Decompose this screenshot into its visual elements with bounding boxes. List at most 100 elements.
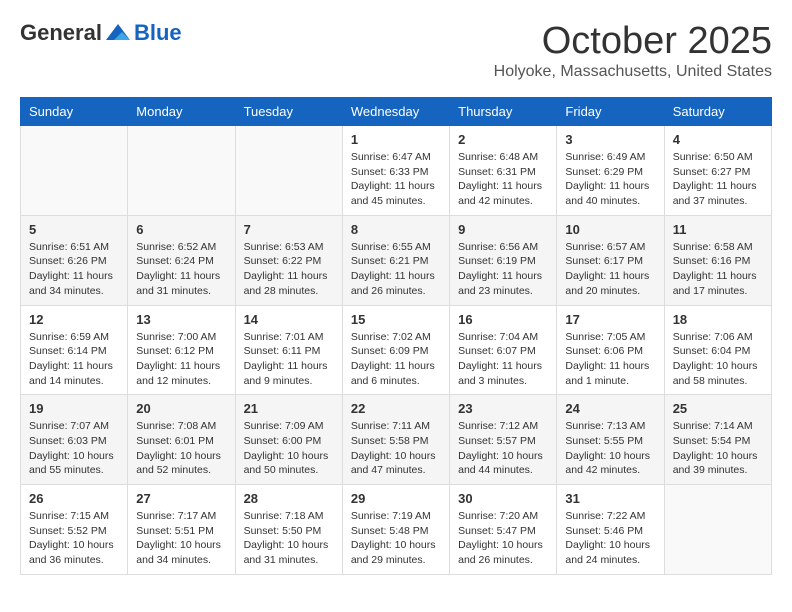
calendar-cell: 9 Sunrise: 6:56 AM Sunset: 6:19 PM Daylig…	[450, 215, 557, 305]
day-number: 10	[565, 222, 655, 237]
calendar-week-row: 5 Sunrise: 6:51 AM Sunset: 6:26 PM Daylig…	[21, 215, 772, 305]
day-number: 24	[565, 401, 655, 416]
day-info: Sunrise: 6:48 AM Sunset: 6:31 PM Dayligh…	[458, 150, 548, 209]
day-number: 26	[29, 491, 119, 506]
calendar-cell	[21, 126, 128, 216]
column-header-friday: Friday	[557, 98, 664, 126]
day-number: 19	[29, 401, 119, 416]
logo-blue-text: Blue	[134, 20, 182, 46]
day-number: 22	[351, 401, 441, 416]
day-number: 27	[136, 491, 226, 506]
day-info: Sunrise: 7:22 AM Sunset: 5:46 PM Dayligh…	[565, 509, 655, 568]
day-info: Sunrise: 7:09 AM Sunset: 6:00 PM Dayligh…	[244, 419, 334, 478]
day-info: Sunrise: 6:47 AM Sunset: 6:33 PM Dayligh…	[351, 150, 441, 209]
calendar-cell: 23 Sunrise: 7:12 AM Sunset: 5:57 PM Dayli…	[450, 395, 557, 485]
day-info: Sunrise: 6:49 AM Sunset: 6:29 PM Dayligh…	[565, 150, 655, 209]
day-info: Sunrise: 7:04 AM Sunset: 6:07 PM Dayligh…	[458, 330, 548, 389]
day-info: Sunrise: 7:07 AM Sunset: 6:03 PM Dayligh…	[29, 419, 119, 478]
calendar-cell	[664, 485, 771, 575]
column-header-tuesday: Tuesday	[235, 98, 342, 126]
column-header-wednesday: Wednesday	[342, 98, 449, 126]
calendar-table: SundayMondayTuesdayWednesdayThursdayFrid…	[20, 97, 772, 575]
calendar-cell: 8 Sunrise: 6:55 AM Sunset: 6:21 PM Daylig…	[342, 215, 449, 305]
calendar-week-row: 12 Sunrise: 6:59 AM Sunset: 6:14 PM Dayli…	[21, 305, 772, 395]
calendar-cell: 25 Sunrise: 7:14 AM Sunset: 5:54 PM Dayli…	[664, 395, 771, 485]
day-info: Sunrise: 6:56 AM Sunset: 6:19 PM Dayligh…	[458, 240, 548, 299]
calendar-cell	[128, 126, 235, 216]
day-info: Sunrise: 7:14 AM Sunset: 5:54 PM Dayligh…	[673, 419, 763, 478]
day-number: 25	[673, 401, 763, 416]
day-number: 12	[29, 312, 119, 327]
day-number: 7	[244, 222, 334, 237]
day-number: 5	[29, 222, 119, 237]
day-number: 9	[458, 222, 548, 237]
day-info: Sunrise: 6:59 AM Sunset: 6:14 PM Dayligh…	[29, 330, 119, 389]
calendar-week-row: 1Sunrise: 6:47 AM Sunset: 6:33 PM Daylig…	[21, 126, 772, 216]
day-info: Sunrise: 7:12 AM Sunset: 5:57 PM Dayligh…	[458, 419, 548, 478]
title-block: October 2025 Holyoke, Massachusetts, Uni…	[494, 20, 772, 81]
calendar-cell: 17Sunrise: 7:05 AM Sunset: 6:06 PM Dayli…	[557, 305, 664, 395]
day-number: 17	[565, 312, 655, 327]
day-number: 21	[244, 401, 334, 416]
day-number: 15	[351, 312, 441, 327]
day-number: 3	[565, 132, 655, 147]
calendar-cell: 20 Sunrise: 7:08 AM Sunset: 6:01 PM Dayli…	[128, 395, 235, 485]
month-title: October 2025	[494, 20, 772, 63]
day-info: Sunrise: 7:08 AM Sunset: 6:01 PM Dayligh…	[136, 419, 226, 478]
calendar-cell: 29Sunrise: 7:19 AM Sunset: 5:48 PM Dayli…	[342, 485, 449, 575]
logo-icon	[104, 22, 132, 44]
page-header: General Blue October 2025 Holyoke, Massa…	[20, 20, 772, 81]
day-number: 16	[458, 312, 548, 327]
day-number: 23	[458, 401, 548, 416]
calendar-cell: 30Sunrise: 7:20 AM Sunset: 5:47 PM Dayli…	[450, 485, 557, 575]
calendar-cell: 19 Sunrise: 7:07 AM Sunset: 6:03 PM Dayli…	[21, 395, 128, 485]
logo: General Blue	[20, 20, 182, 46]
calendar-cell: 13Sunrise: 7:00 AM Sunset: 6:12 PM Dayli…	[128, 305, 235, 395]
calendar-cell: 5 Sunrise: 6:51 AM Sunset: 6:26 PM Daylig…	[21, 215, 128, 305]
logo-general-text: General	[20, 20, 102, 46]
column-header-thursday: Thursday	[450, 98, 557, 126]
calendar-cell: 16 Sunrise: 7:04 AM Sunset: 6:07 PM Dayli…	[450, 305, 557, 395]
calendar-cell: 12 Sunrise: 6:59 AM Sunset: 6:14 PM Dayli…	[21, 305, 128, 395]
day-number: 30	[458, 491, 548, 506]
calendar-cell: 1Sunrise: 6:47 AM Sunset: 6:33 PM Daylig…	[342, 126, 449, 216]
day-number: 13	[136, 312, 226, 327]
day-info: Sunrise: 7:02 AM Sunset: 6:09 PM Dayligh…	[351, 330, 441, 389]
day-info: Sunrise: 6:55 AM Sunset: 6:21 PM Dayligh…	[351, 240, 441, 299]
calendar-cell: 24Sunrise: 7:13 AM Sunset: 5:55 PM Dayli…	[557, 395, 664, 485]
calendar-week-row: 26 Sunrise: 7:15 AM Sunset: 5:52 PM Dayli…	[21, 485, 772, 575]
day-info: Sunrise: 6:50 AM Sunset: 6:27 PM Dayligh…	[673, 150, 763, 209]
calendar-cell: 28 Sunrise: 7:18 AM Sunset: 5:50 PM Dayli…	[235, 485, 342, 575]
location-subtitle: Holyoke, Massachusetts, United States	[494, 63, 772, 81]
day-info: Sunrise: 6:53 AM Sunset: 6:22 PM Dayligh…	[244, 240, 334, 299]
calendar-cell: 7 Sunrise: 6:53 AM Sunset: 6:22 PM Daylig…	[235, 215, 342, 305]
calendar-cell	[235, 126, 342, 216]
day-info: Sunrise: 7:11 AM Sunset: 5:58 PM Dayligh…	[351, 419, 441, 478]
calendar-cell: 27 Sunrise: 7:17 AM Sunset: 5:51 PM Dayli…	[128, 485, 235, 575]
calendar-cell: 11Sunrise: 6:58 AM Sunset: 6:16 PM Dayli…	[664, 215, 771, 305]
day-number: 28	[244, 491, 334, 506]
calendar-cell: 10 Sunrise: 6:57 AM Sunset: 6:17 PM Dayli…	[557, 215, 664, 305]
day-number: 6	[136, 222, 226, 237]
day-number: 8	[351, 222, 441, 237]
day-info: Sunrise: 7:18 AM Sunset: 5:50 PM Dayligh…	[244, 509, 334, 568]
day-info: Sunrise: 6:58 AM Sunset: 6:16 PM Dayligh…	[673, 240, 763, 299]
day-info: Sunrise: 6:52 AM Sunset: 6:24 PM Dayligh…	[136, 240, 226, 299]
day-info: Sunrise: 6:57 AM Sunset: 6:17 PM Dayligh…	[565, 240, 655, 299]
day-info: Sunrise: 7:17 AM Sunset: 5:51 PM Dayligh…	[136, 509, 226, 568]
day-info: Sunrise: 7:01 AM Sunset: 6:11 PM Dayligh…	[244, 330, 334, 389]
calendar-cell: 3 Sunrise: 6:49 AM Sunset: 6:29 PM Daylig…	[557, 126, 664, 216]
day-info: Sunrise: 6:51 AM Sunset: 6:26 PM Dayligh…	[29, 240, 119, 299]
calendar-header-row: SundayMondayTuesdayWednesdayThursdayFrid…	[21, 98, 772, 126]
day-info: Sunrise: 7:19 AM Sunset: 5:48 PM Dayligh…	[351, 509, 441, 568]
day-info: Sunrise: 7:15 AM Sunset: 5:52 PM Dayligh…	[29, 509, 119, 568]
day-number: 20	[136, 401, 226, 416]
column-header-saturday: Saturday	[664, 98, 771, 126]
calendar-cell: 4Sunrise: 6:50 AM Sunset: 6:27 PM Daylig…	[664, 126, 771, 216]
column-header-sunday: Sunday	[21, 98, 128, 126]
calendar-cell: 6 Sunrise: 6:52 AM Sunset: 6:24 PM Daylig…	[128, 215, 235, 305]
day-number: 2	[458, 132, 548, 147]
day-info: Sunrise: 7:06 AM Sunset: 6:04 PM Dayligh…	[673, 330, 763, 389]
calendar-cell: 26 Sunrise: 7:15 AM Sunset: 5:52 PM Dayli…	[21, 485, 128, 575]
column-header-monday: Monday	[128, 98, 235, 126]
